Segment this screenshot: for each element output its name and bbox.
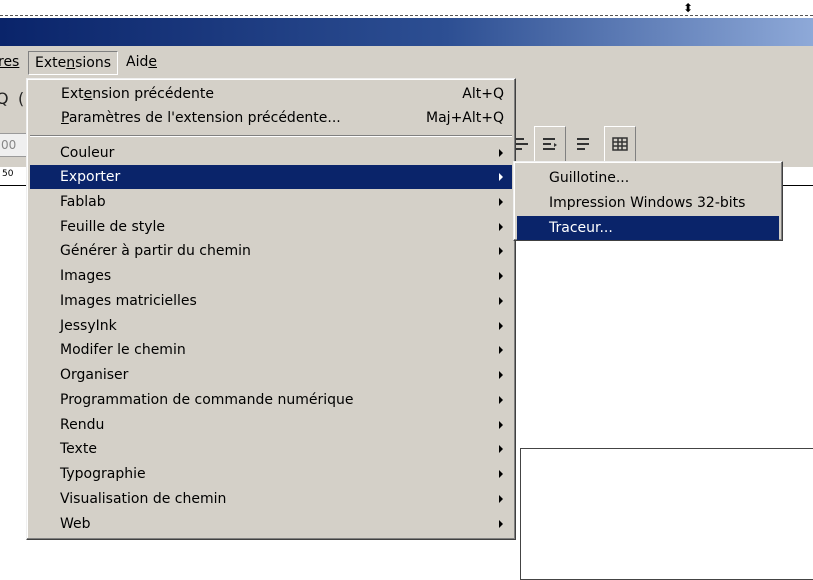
submenu-arrow-icon xyxy=(499,445,503,453)
title-bar xyxy=(0,18,813,46)
canvas-page xyxy=(520,448,813,580)
submenu-item-traceur[interactable]: Traceur... xyxy=(517,216,779,240)
submenu-arrow-icon xyxy=(499,520,503,528)
submenu-arrow-icon xyxy=(499,149,503,157)
canvas-dashed-border xyxy=(0,15,813,16)
align-button-2[interactable] xyxy=(534,126,566,162)
menu-item-images[interactable]: Images xyxy=(30,264,512,288)
menu-item-feuille-de-style[interactable]: Feuille de style xyxy=(30,215,512,239)
menu-item-exporter[interactable]: Exporter xyxy=(30,165,512,189)
submenu-arrow-icon xyxy=(499,173,503,181)
submenu-arrow-icon xyxy=(499,421,503,429)
menu-item-web[interactable]: Web xyxy=(30,512,512,536)
menu-separator xyxy=(30,135,512,137)
grid-icon xyxy=(612,137,628,151)
extensions-menu: Extension précédente Alt+Q Paramètres de… xyxy=(26,78,516,540)
submenu-arrow-icon xyxy=(499,247,503,255)
submenu-item-guillotine[interactable]: Guillotine... xyxy=(517,166,779,190)
exporter-submenu: Guillotine... Impression Windows 32-bits… xyxy=(513,161,783,241)
submenu-item-impression-windows[interactable]: Impression Windows 32-bits xyxy=(517,191,779,215)
menu-item-texte[interactable]: Texte xyxy=(30,437,512,461)
menu-item-organiser[interactable]: Organiser xyxy=(30,363,512,387)
menu-item-programmation[interactable]: Programmation de commande numérique xyxy=(30,388,512,412)
menu-item-typographie[interactable]: Typographie xyxy=(30,462,512,486)
menu-item-fablab[interactable]: Fablab xyxy=(30,190,512,214)
submenu-arrow-icon xyxy=(499,371,503,379)
spin-input[interactable]: 00 xyxy=(0,133,28,157)
menu-item-visualisation[interactable]: Visualisation de chemin xyxy=(30,487,512,511)
submenu-arrow-icon xyxy=(499,272,503,280)
zoom-icon[interactable]: Q xyxy=(0,89,9,108)
menu-item-rendu[interactable]: Rendu xyxy=(30,413,512,437)
menu-item-modifer-chemin[interactable]: Modifer le chemin xyxy=(30,338,512,362)
submenu-arrow-icon xyxy=(499,297,503,305)
submenu-arrow-icon xyxy=(499,396,503,404)
submenu-arrow-icon xyxy=(499,470,503,478)
resize-handle-icon[interactable]: ⬍ xyxy=(683,2,693,14)
menu-item-extension-precedente[interactable]: Extension précédente Alt+Q xyxy=(30,82,512,106)
menu-item-parametres-extension[interactable]: Paramètres de l'extension précédente... … xyxy=(30,106,512,130)
menu-res[interactable]: res xyxy=(0,51,25,73)
menu-item-jessyink[interactable]: JessyInk xyxy=(30,314,512,338)
menubar: res Extensions Aide xyxy=(0,46,813,80)
menu-extensions[interactable]: Extensions xyxy=(28,51,119,75)
rotate-icon[interactable]: ( xyxy=(18,89,24,108)
submenu-arrow-icon xyxy=(499,198,503,206)
menu-item-images-matricielles[interactable]: Images matricielles xyxy=(30,289,512,313)
submenu-arrow-icon xyxy=(499,223,503,231)
submenu-arrow-icon xyxy=(499,346,503,354)
menu-item-generer[interactable]: Générer à partir du chemin xyxy=(30,239,512,263)
submenu-arrow-icon xyxy=(499,322,503,330)
align-icon xyxy=(577,138,589,150)
menu-item-couleur[interactable]: Couleur xyxy=(30,141,512,165)
menu-aide[interactable]: Aide xyxy=(120,51,163,73)
align-icon xyxy=(543,138,557,150)
submenu-arrow-icon xyxy=(499,495,503,503)
align-button-4[interactable] xyxy=(604,126,636,162)
align-button-3[interactable] xyxy=(568,126,600,162)
